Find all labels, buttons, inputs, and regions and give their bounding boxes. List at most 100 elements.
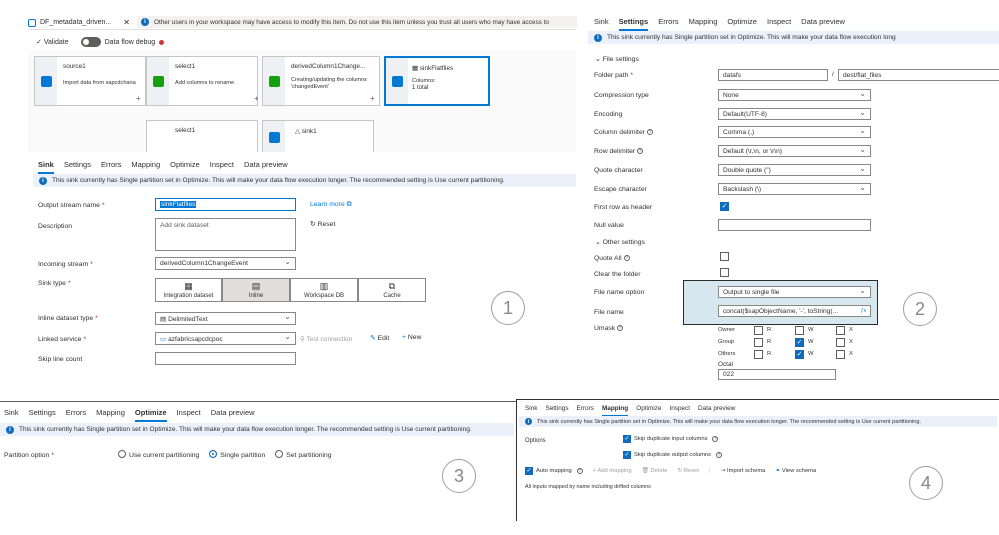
sink-type-cache[interactable]: ⧉ Cache: [358, 278, 426, 302]
separator: |: [709, 468, 711, 474]
skip-line-count-input[interactable]: [155, 352, 296, 365]
add-step-icon[interactable]: +: [254, 94, 259, 103]
others-write-checkbox[interactable]: ✓: [795, 349, 804, 359]
row-delimiter-select[interactable]: Default (\r,\n, or \r\n): [718, 145, 871, 157]
tab-optimize[interactable]: Optimize: [727, 16, 757, 31]
owner-read-checkbox[interactable]: [754, 325, 763, 335]
quote-character-label: Quote character: [594, 167, 643, 174]
file-name-option-select[interactable]: Output to single file: [718, 286, 871, 298]
column-delimiter-select[interactable]: Comma (,): [718, 126, 871, 138]
description-textarea[interactable]: Add sink dataset: [155, 218, 296, 251]
radio-single-partition[interactable]: Single partition: [209, 450, 265, 459]
others-read-checkbox[interactable]: [754, 349, 763, 359]
toolbar: ✓ Validate Data flow debug: [36, 37, 165, 47]
reset-button[interactable]: ↻ Reset: [310, 220, 335, 228]
edit-button[interactable]: ✎ Edit: [370, 334, 389, 342]
view-schema-button[interactable]: ⚭ View schema: [775, 468, 816, 474]
help-icon: ?: [647, 129, 653, 135]
first-row-header-checkbox[interactable]: ✓: [720, 202, 729, 211]
add-step-icon[interactable]: +: [370, 94, 375, 103]
debug-toggle[interactable]: Data flow debug: [80, 37, 165, 47]
tab-mapping[interactable]: Mapping: [131, 159, 160, 174]
document-tab[interactable]: DF_metadata_driven... ✕: [28, 18, 130, 27]
flow-node-sink1[interactable]: △ sink1: [262, 120, 374, 152]
skip-duplicate-output[interactable]: ✓ Skip duplicate output columns?: [623, 451, 723, 459]
tab-mapping[interactable]: Mapping: [689, 16, 718, 31]
flow-node-derivedcolumn[interactable]: derivedColumn1Change... Creating/updatin…: [262, 56, 380, 106]
skip-duplicate-input[interactable]: ✓ Skip duplicate input columns?: [623, 435, 719, 443]
sink-type-workspace-db[interactable]: ▥ Workspace DB: [290, 278, 358, 302]
radio-use-current-partitioning[interactable]: Use current partitioning: [118, 450, 199, 459]
sink-type-integration-dataset[interactable]: ▦ Integration dataset: [155, 278, 222, 302]
tab-data-preview[interactable]: Data preview: [211, 407, 255, 422]
encoding-select[interactable]: Default(UTF-8): [718, 108, 871, 120]
validate-button[interactable]: ✓ Validate: [36, 38, 69, 46]
close-icon[interactable]: ✕: [123, 18, 130, 27]
tab-inspect[interactable]: Inspect: [210, 159, 234, 174]
umask-label: Umask?: [594, 325, 624, 332]
tab-errors[interactable]: Errors: [66, 407, 86, 422]
output-stream-input[interactable]: sinkFlatfiles: [155, 198, 296, 211]
tab-sink[interactable]: Sink: [4, 407, 19, 422]
tab-errors[interactable]: Errors: [101, 159, 121, 174]
null-value-input[interactable]: [718, 219, 871, 231]
tab-mapping[interactable]: Mapping: [96, 407, 125, 422]
quote-all-checkbox[interactable]: [720, 252, 729, 261]
quote-character-select[interactable]: Double quote ("): [718, 164, 871, 176]
radio-set-partitioning[interactable]: Set partitioning: [275, 450, 332, 459]
group-execute-checkbox[interactable]: [836, 337, 845, 347]
tab-optimize[interactable]: Optimize: [134, 407, 167, 422]
tab-optimize[interactable]: Optimize: [170, 159, 200, 174]
flow-node-select1[interactable]: select1 Add columns to rename: [146, 56, 258, 106]
tab-inspect[interactable]: Inspect: [767, 16, 791, 31]
tab-data-preview[interactable]: Data preview: [801, 16, 845, 31]
tab-settings[interactable]: Settings: [618, 16, 649, 31]
clear-folder-checkbox[interactable]: [720, 268, 729, 277]
group-write-checkbox[interactable]: ✓: [795, 337, 804, 347]
delete-button[interactable]: 🗑 Delete: [642, 468, 668, 474]
linked-service-select[interactable]: ▭ azfabricsapcdcpoc: [155, 332, 296, 345]
mapping-note: All inputs mapped by name including drif…: [525, 484, 651, 490]
owner-write-checkbox[interactable]: [795, 325, 804, 335]
group-read-checkbox[interactable]: [754, 337, 763, 347]
sink-type-inline[interactable]: ▤ Inline: [222, 278, 290, 302]
tab-settings[interactable]: Settings: [29, 407, 56, 422]
flow-node-source1[interactable]: source1 Import data from sapcdchana: [34, 56, 146, 106]
tab-data-preview[interactable]: Data preview: [244, 159, 288, 174]
test-connection-button[interactable]: ⚲ Test connection: [300, 335, 352, 343]
add-mapping-button[interactable]: + Add mapping: [593, 468, 632, 474]
owner-execute-checkbox[interactable]: [836, 325, 845, 335]
inline-dataset-type-select[interactable]: ▤ DelimitedText: [155, 312, 296, 325]
tab-inspect[interactable]: Inspect: [177, 407, 201, 422]
other-settings-header[interactable]: ⌄ Other settings: [595, 238, 645, 246]
file-name-label: File name: [594, 309, 624, 316]
compression-type-select[interactable]: None: [718, 89, 871, 101]
flow-canvas[interactable]: source1 Import data from sapcdchana + se…: [28, 50, 576, 152]
expression-icon[interactable]: ƒx: [861, 308, 866, 314]
toggle-switch[interactable]: [80, 37, 101, 47]
umask-grid: Owner R W X Group R ✓ W X Others R ✓ W X: [718, 325, 853, 359]
import-schema-button[interactable]: ⇢ Import schema: [721, 468, 766, 474]
tab-errors[interactable]: Errors: [658, 16, 678, 31]
reset-button[interactable]: ↻ Reset: [677, 468, 699, 474]
learn-more-link[interactable]: Learn more ⧉: [310, 201, 352, 209]
octal-input[interactable]: 022: [718, 369, 836, 380]
escape-character-select[interactable]: Backslash (\): [718, 183, 871, 195]
file-settings-header[interactable]: ⌄ File settings: [595, 55, 639, 63]
others-execute-checkbox[interactable]: [836, 349, 845, 359]
folder-path-container-input[interactable]: datafs: [718, 69, 828, 81]
flow-node-select1-b[interactable]: select1: [146, 120, 258, 152]
folder-path-directory-input[interactable]: dest/flat_files: [838, 69, 999, 81]
tab-sink[interactable]: Sink: [594, 16, 609, 31]
flow-node-sinkflatfiles[interactable]: ▦ sinkFlatfiles Columns: 1 total: [384, 56, 490, 106]
tab-sink[interactable]: Sink: [38, 159, 54, 174]
escape-character-label: Escape character: [594, 186, 647, 193]
add-step-icon[interactable]: +: [136, 94, 141, 103]
compression-type-label: Compression type: [594, 92, 649, 99]
tab-settings[interactable]: Settings: [64, 159, 91, 174]
auto-mapping-toggle[interactable]: ✓ Auto mapping?: [525, 467, 583, 475]
file-name-input[interactable]: concat($sapObjectName, '-', toString(...…: [718, 305, 871, 317]
new-button[interactable]: + New: [402, 334, 421, 341]
sink-type-group: ▦ Integration dataset ▤ Inline ▥ Workspace …: [155, 278, 426, 302]
incoming-stream-select[interactable]: derivedColumn1ChangeEvent: [155, 257, 296, 270]
